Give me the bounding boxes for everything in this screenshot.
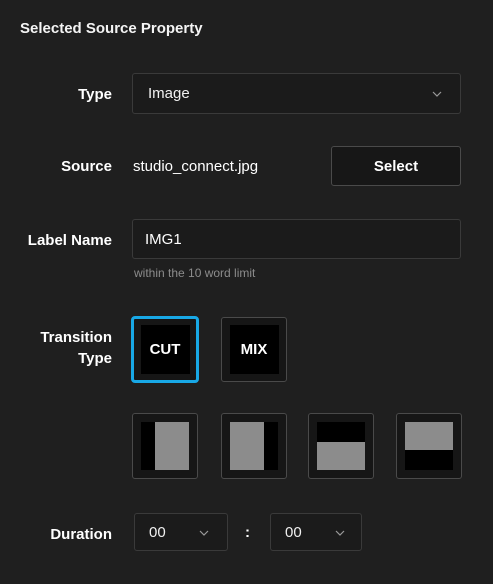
- transition-mix-button[interactable]: MIX: [221, 317, 287, 382]
- wipe-right-icon: [141, 422, 189, 470]
- transition-type-label-line1: Transition: [40, 329, 112, 346]
- duration-seconds-value: 00: [285, 524, 302, 541]
- transition-mix-label: MIX: [229, 325, 279, 374]
- wipe-up-icon: [405, 422, 453, 470]
- duration-label: Duration: [50, 526, 112, 543]
- chevron-down-icon: [199, 530, 209, 536]
- duration-minutes-dropdown[interactable]: 00: [134, 513, 228, 551]
- label-name-label: Label Name: [27, 232, 112, 249]
- wipe-right-button[interactable]: [132, 413, 198, 479]
- wipe-left-icon: [230, 422, 278, 470]
- source-filename: studio_connect.jpg: [133, 158, 259, 175]
- chevron-down-icon: [432, 91, 442, 97]
- type-dropdown[interactable]: Image: [132, 73, 461, 114]
- wipe-left-button[interactable]: [221, 413, 287, 479]
- select-button[interactable]: Select: [331, 146, 461, 186]
- duration-seconds-dropdown[interactable]: 00: [270, 513, 362, 551]
- transition-type-label-line2: Type: [78, 350, 112, 367]
- source-label: Source: [61, 158, 112, 175]
- wipe-up-button[interactable]: [396, 413, 462, 479]
- type-dropdown-value: Image: [148, 85, 190, 102]
- type-label: Type: [78, 86, 112, 103]
- wipe-down-icon: [317, 422, 365, 470]
- label-name-input[interactable]: IMG1: [132, 219, 461, 259]
- chevron-down-icon: [335, 530, 345, 536]
- transition-type-label: Transition Type: [20, 329, 112, 367]
- label-name-value: IMG1: [145, 231, 182, 248]
- label-name-hint: within the 10 word limit: [134, 266, 256, 280]
- wipe-down-button[interactable]: [308, 413, 374, 479]
- duration-separator: :: [245, 524, 250, 541]
- duration-minutes-value: 00: [149, 524, 166, 541]
- panel-title: Selected Source Property: [20, 20, 203, 37]
- transition-cut-button[interactable]: CUT: [131, 316, 199, 383]
- transition-cut-label: CUT: [140, 325, 190, 374]
